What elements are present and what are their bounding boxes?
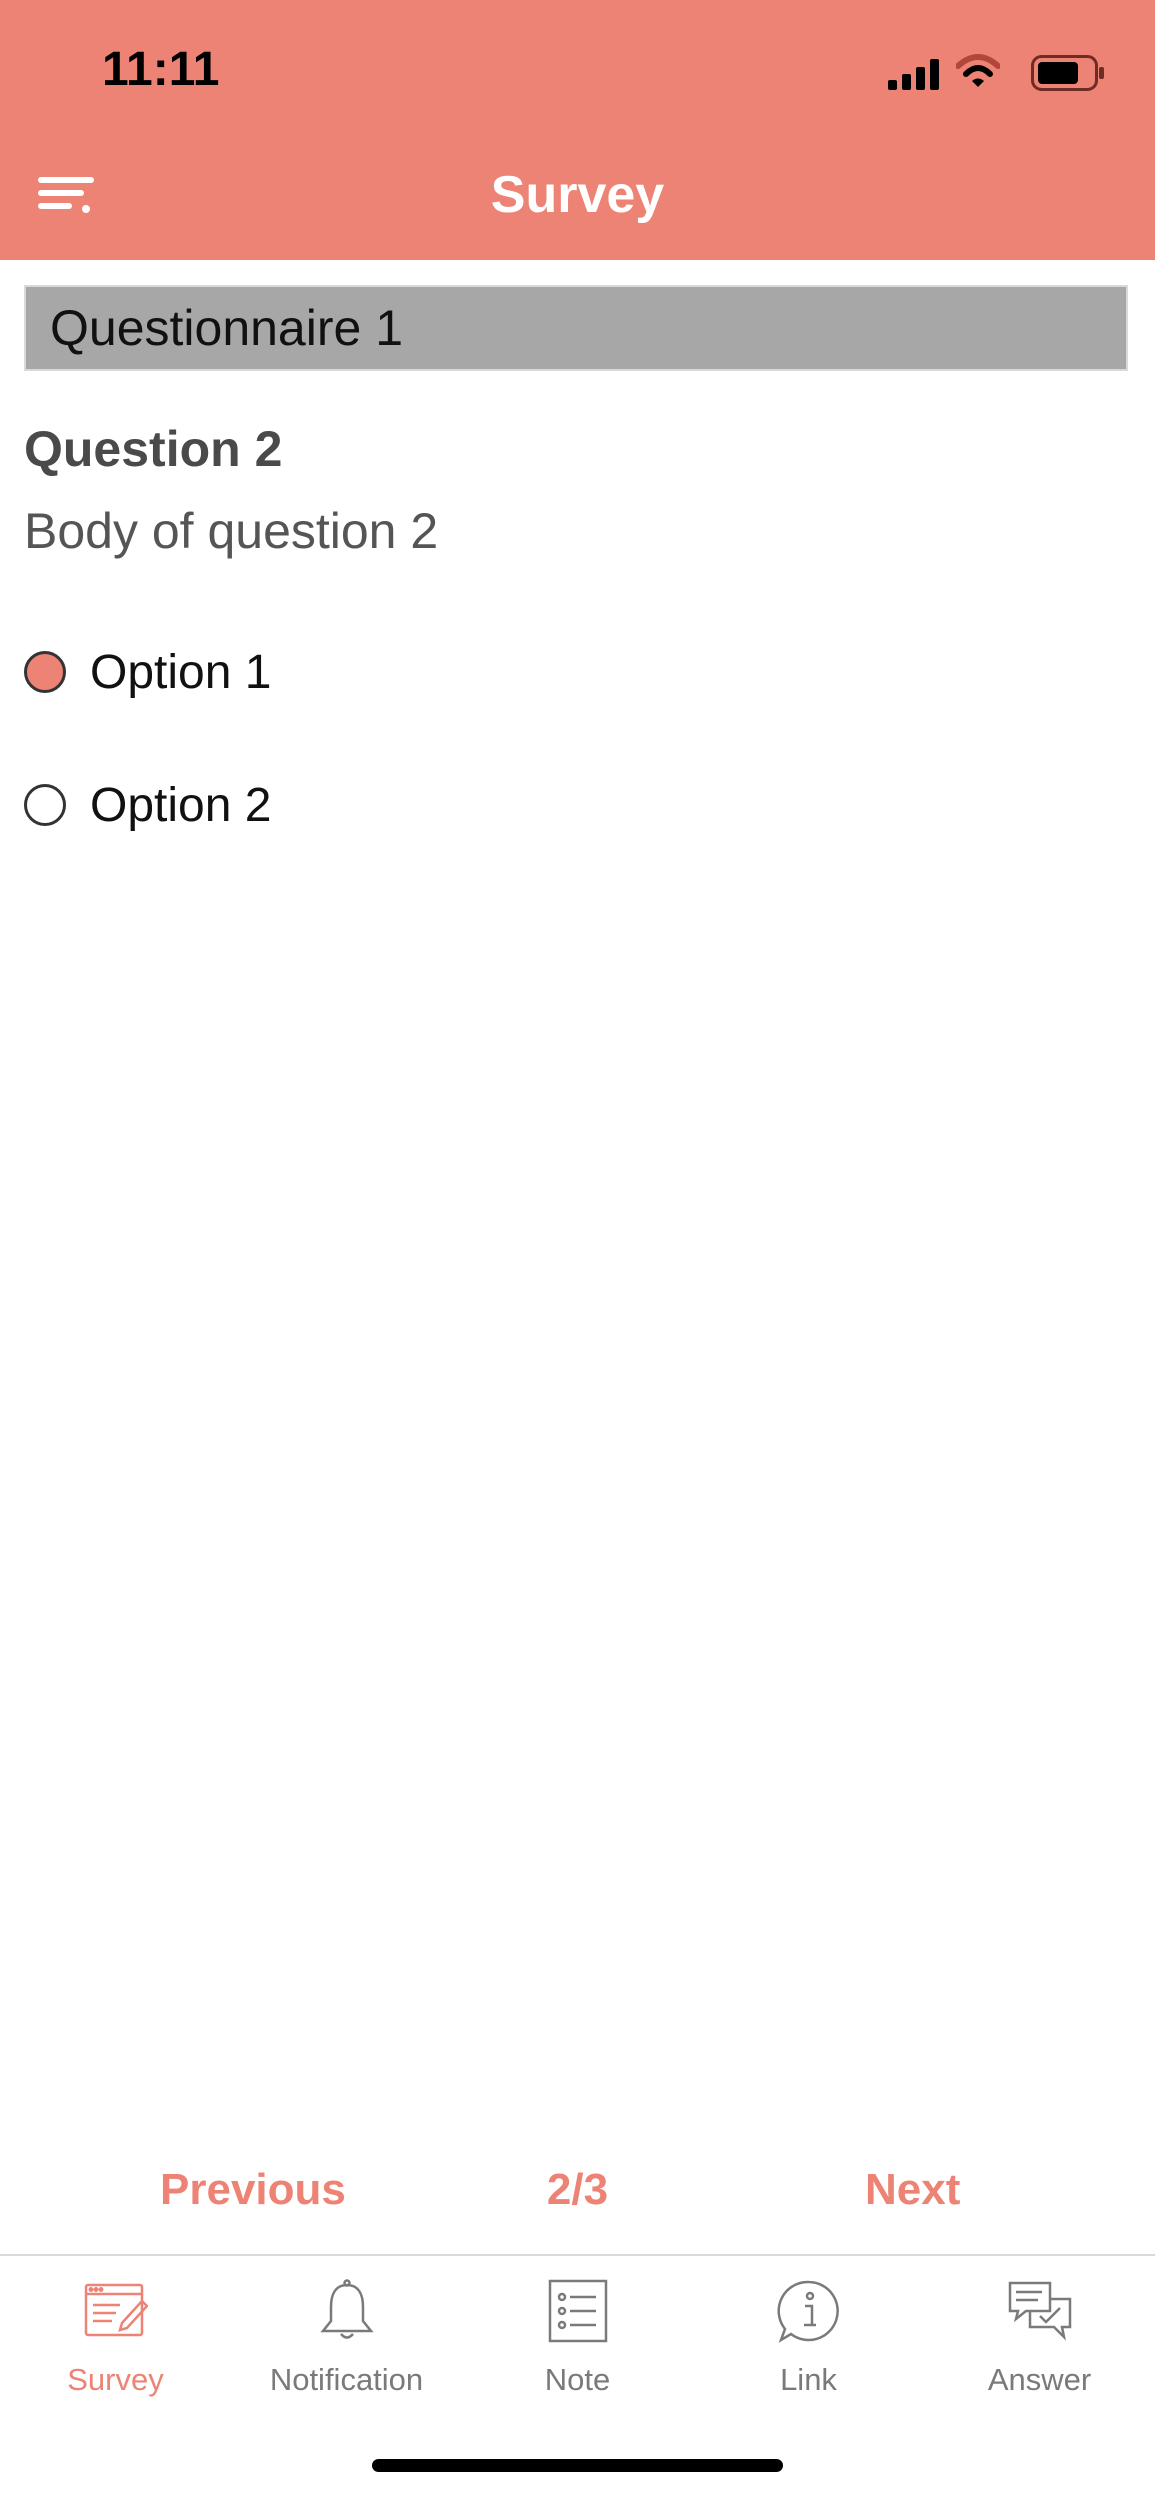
tab-survey[interactable]: Survey	[0, 2276, 231, 2398]
questionnaire-title: Questionnaire 1	[50, 300, 404, 356]
app-header: 11:11 Survey	[0, 0, 1155, 260]
chat-check-icon	[1008, 2281, 1071, 2341]
option-label: Option 2	[90, 778, 272, 832]
option-1-radio[interactable]: Option 1	[24, 642, 271, 702]
status-time: 11:11	[102, 43, 220, 96]
survey-icon	[84, 2283, 148, 2337]
radio-unselected-icon[interactable]	[24, 784, 66, 826]
info-icon	[777, 2280, 839, 2343]
radio-selected-icon[interactable]	[24, 651, 66, 693]
battery-icon	[1031, 55, 1104, 91]
next-button[interactable]: Next	[865, 2165, 960, 2215]
page-counter: 2/3	[546, 2165, 609, 2214]
pager: Previous 2/3 Next	[0, 2165, 1155, 2231]
question-body: Body of question 2	[24, 503, 439, 559]
questionnaire-title-bar: Questionnaire 1	[24, 285, 1128, 371]
tab-label: Note	[544, 2362, 611, 2397]
option-label: Option 1	[90, 645, 272, 699]
tab-notification[interactable]: Notification	[231, 2276, 462, 2398]
tab-link[interactable]: Link	[693, 2276, 924, 2398]
tab-label: Notification	[269, 2362, 424, 2397]
question-title: Question 2	[24, 421, 283, 477]
tab-label: Answer	[987, 2362, 1092, 2397]
home-indicator	[372, 2459, 783, 2472]
tab-label: Survey	[67, 2362, 164, 2397]
tab-answer[interactable]: Answer	[924, 2276, 1155, 2398]
cellular-signal-icon	[888, 59, 939, 90]
tab-note[interactable]: Note	[462, 2276, 693, 2398]
bell-icon	[319, 2279, 374, 2339]
tab-label: Link	[780, 2362, 837, 2397]
wifi-icon	[956, 54, 1000, 87]
option-2-radio[interactable]: Option 2	[24, 775, 271, 835]
page-title: Survey	[490, 166, 665, 224]
note-list-icon	[548, 2279, 607, 2343]
